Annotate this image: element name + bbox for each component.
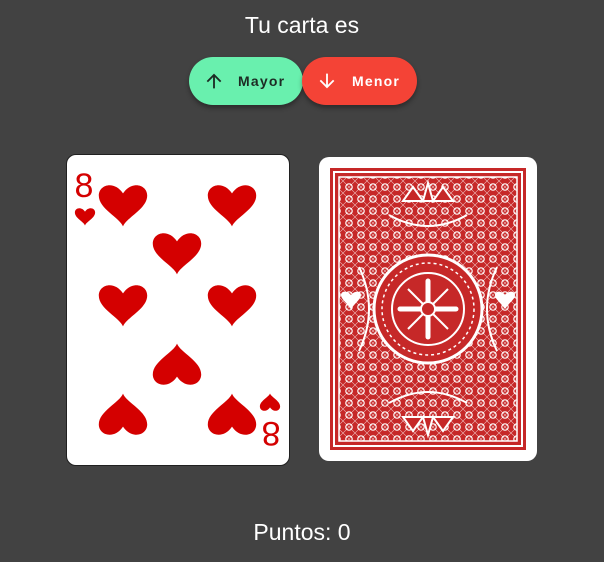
score-display: Puntos: 0 [253,519,351,545]
card-back-pattern [330,168,526,450]
heart-pip-icon [207,185,257,227]
face-down-card [319,157,537,461]
heart-pip-icon [207,285,257,327]
heart-pip-icon [98,393,148,435]
arrow-down-icon [319,73,335,89]
card-rank-bottom: 8 [262,414,281,452]
heart-pip-icon [152,343,202,385]
current-card: 8 8 [66,154,290,466]
small-heart-icon [259,393,281,411]
lower-button-label: Menor [352,73,400,89]
heart-pip-icon [207,393,257,435]
higher-button-label: Mayor [238,73,286,89]
higher-button[interactable]: Mayor [189,57,303,105]
small-heart-icon [74,208,96,226]
heart-pip-icon [98,285,148,327]
page-title: Tu carta es [244,12,360,38]
heart-pip-icon [98,185,148,227]
eight-of-hearts-face: 8 8 [74,167,281,452]
card-rank-top: 8 [75,167,94,205]
lower-button[interactable]: Menor [302,57,417,105]
arrow-up-icon [206,73,222,89]
heart-pip-icon [152,233,202,275]
